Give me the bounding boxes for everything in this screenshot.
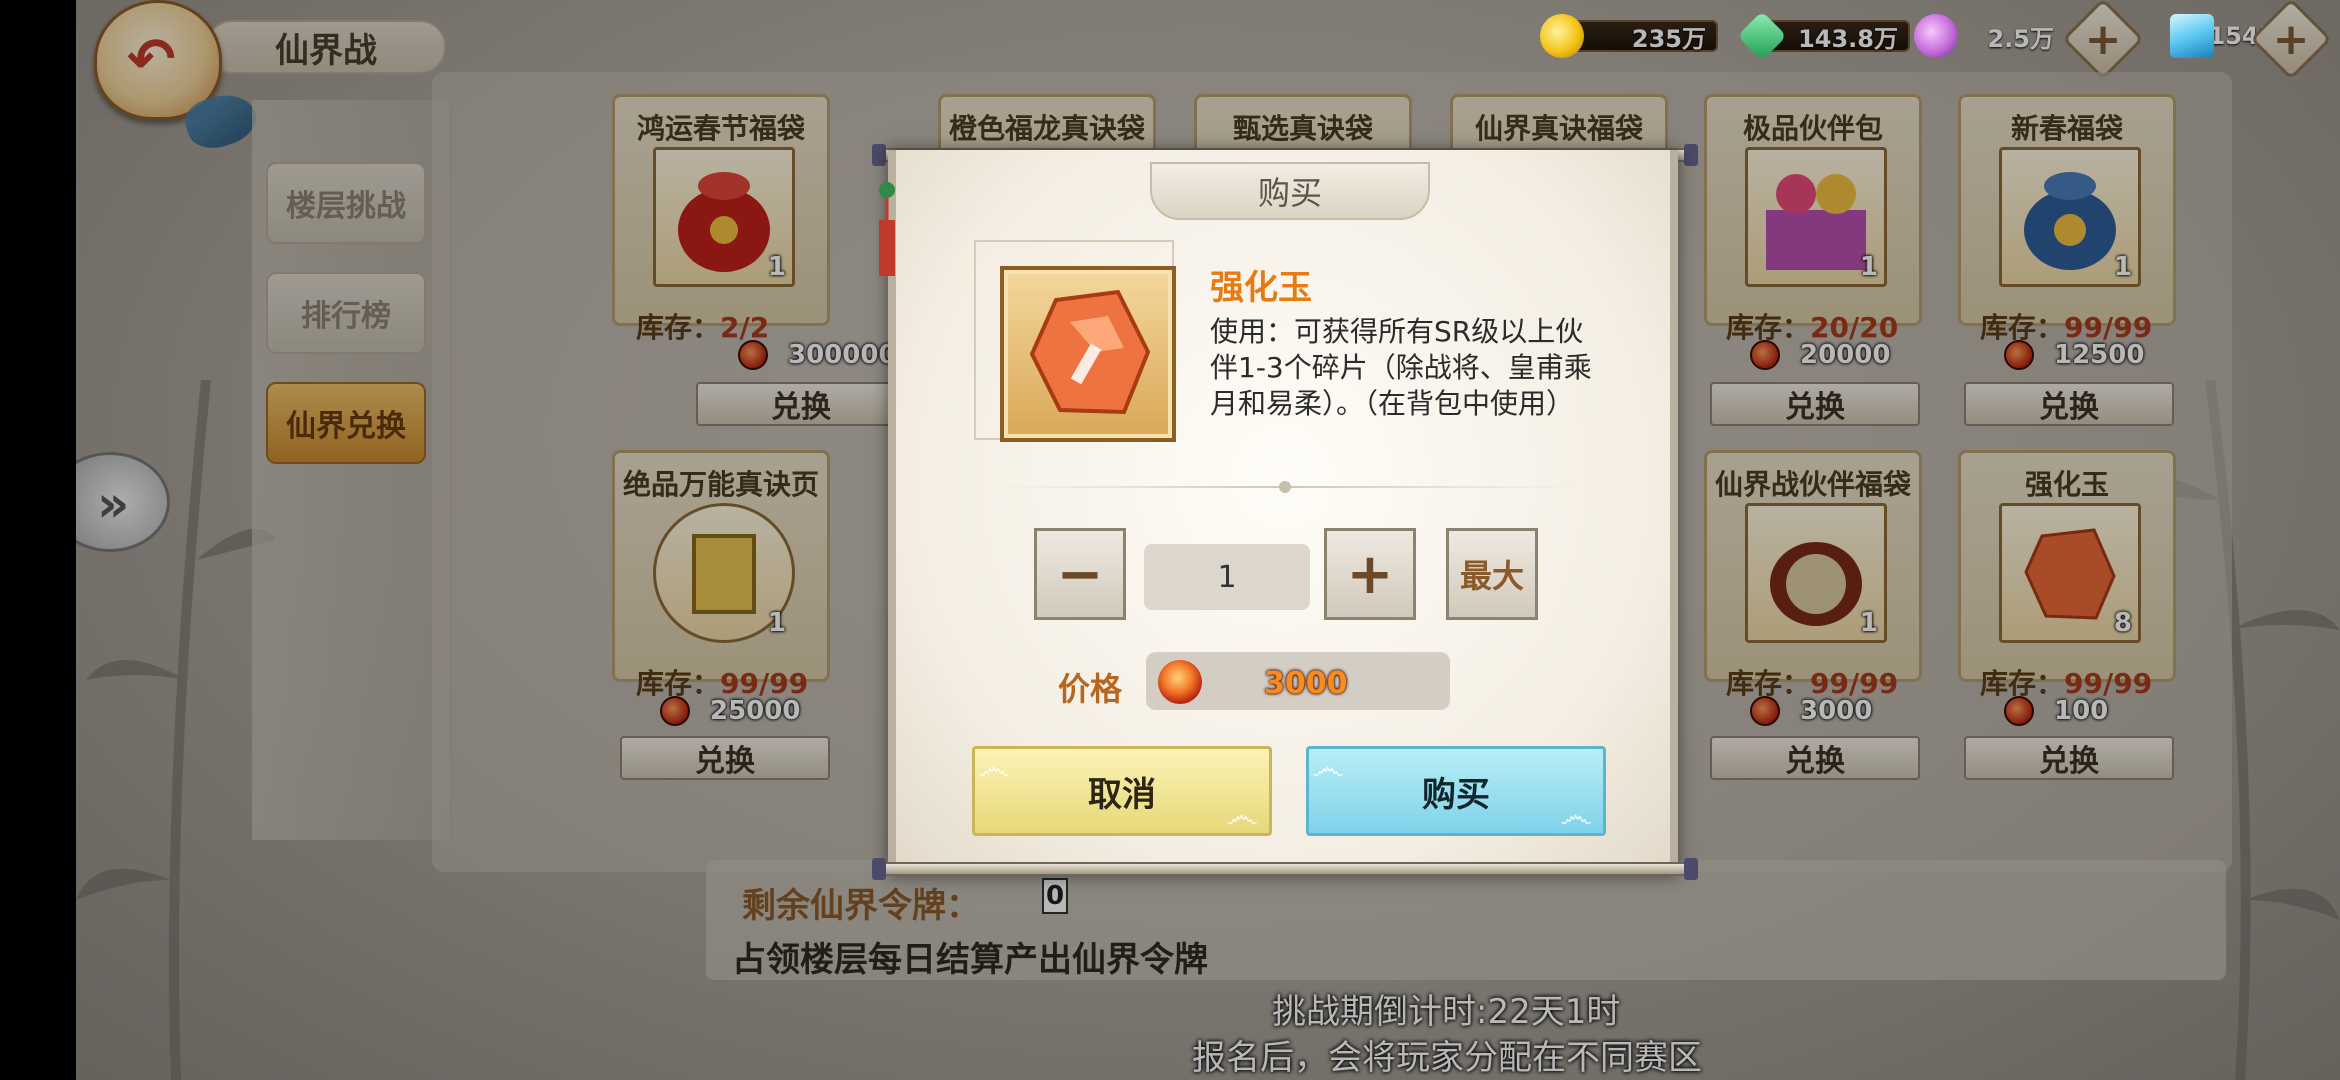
swirl-decoration: ෴ xyxy=(1226,796,1259,836)
item-description: 使用：可获得所有SR级以上伙伴1-3个碎片（除战将、皇甫乘月和易柔）。（在背包中… xyxy=(1210,315,1592,420)
token-coin-icon xyxy=(1158,660,1202,704)
dialog-title: 购买 xyxy=(1150,162,1430,220)
price-value: 3000 xyxy=(1264,666,1348,701)
increase-quantity-button[interactable]: + xyxy=(1324,528,1416,620)
buy-label: 购买 xyxy=(1422,774,1490,815)
decrease-quantity-button[interactable]: − xyxy=(1034,528,1126,620)
enhance-jade-icon xyxy=(1029,289,1151,415)
item-name: 强化玉 xyxy=(1210,268,1312,308)
rod-cap xyxy=(1684,144,1698,166)
spirit-orb-icon xyxy=(1914,14,1958,58)
minus-icon: − xyxy=(1056,541,1104,607)
rod-cap xyxy=(872,144,886,166)
cancel-label: 取消 xyxy=(1088,774,1156,815)
swirl-decoration: ෴ xyxy=(978,748,1011,788)
swirl-decoration: ෴ xyxy=(1312,748,1345,788)
max-quantity-button[interactable]: 最大 xyxy=(1446,528,1538,620)
scroll-rod-bottom xyxy=(872,862,1698,876)
swirl-decoration: ෴ xyxy=(1560,796,1593,836)
quantity-input[interactable]: 1 xyxy=(1144,544,1310,610)
selected-item-icon xyxy=(1000,266,1176,442)
divider-dot xyxy=(1279,481,1291,493)
rod-cap xyxy=(872,858,886,880)
diamond-icon xyxy=(2170,14,2214,58)
gold-coin-icon xyxy=(1540,14,1584,58)
tassel-ornament xyxy=(879,182,895,276)
game-screen: 仙界战 ↶ 235万 143.8万 2.5万 + 15456 + 楼层挑战 排行… xyxy=(76,0,2340,1080)
plus-icon: + xyxy=(1346,541,1394,607)
price-label: 价格 xyxy=(1058,670,1123,708)
rod-cap xyxy=(1684,858,1698,880)
